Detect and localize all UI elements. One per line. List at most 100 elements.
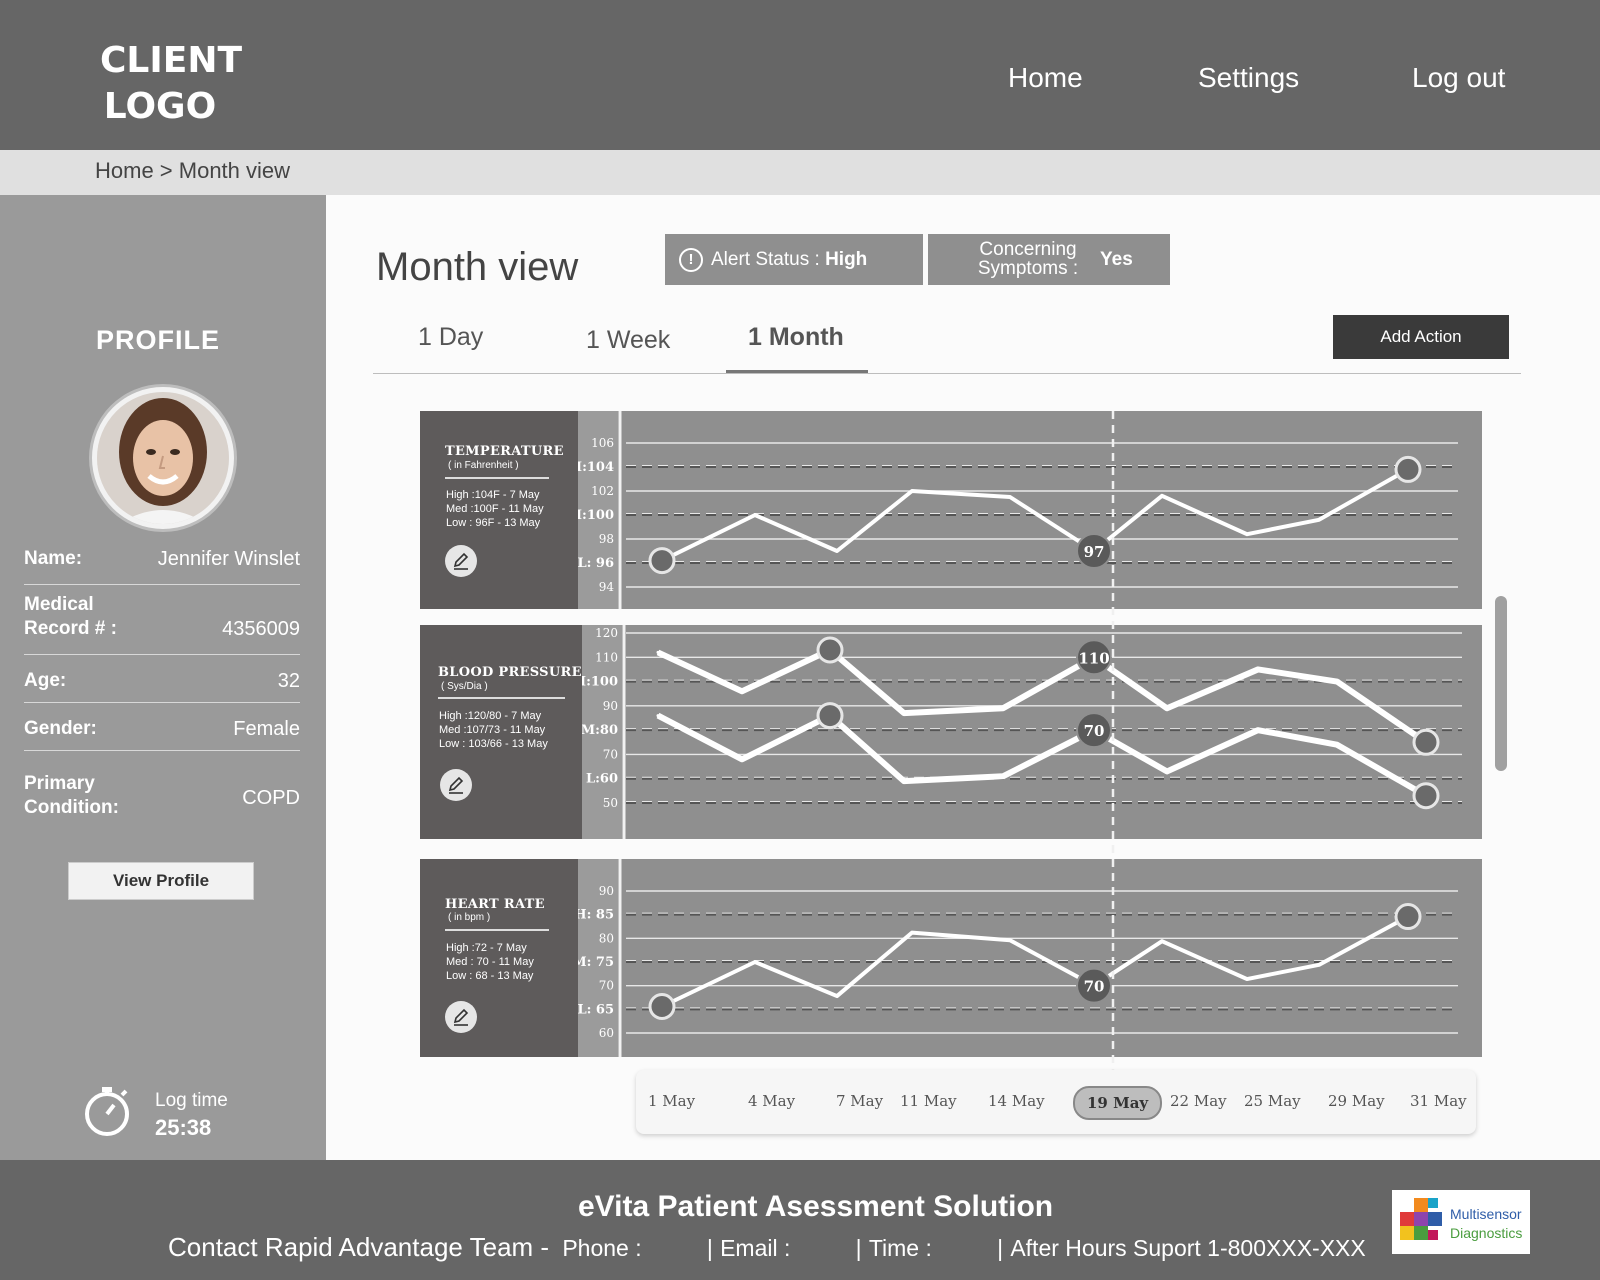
nav-home[interactable]: Home: [1008, 62, 1083, 94]
tabs-divider: [373, 373, 1521, 374]
data-point-endpoint: [1394, 455, 1422, 483]
data-point: [1317, 963, 1321, 967]
heart-rate-edit-button[interactable]: [445, 1001, 477, 1033]
data-point: [1317, 518, 1321, 522]
y-tick-label: 102: [591, 484, 614, 498]
y-tick-label: L:60: [586, 772, 618, 787]
y-tick-label: 90: [603, 699, 618, 713]
blood-pressure-stat-high: High :120/80 - 7 May: [439, 710, 542, 722]
highlight-value-label: 70: [1084, 722, 1105, 740]
age-label: Age:: [24, 670, 67, 691]
partner-logo: Multisensor Diagnostics: [1392, 1190, 1530, 1254]
date-4-may[interactable]: 4 May: [748, 1092, 795, 1110]
data-point: [902, 711, 906, 715]
date-22-may[interactable]: 22 May: [1170, 1092, 1227, 1110]
pencil-icon: [453, 1008, 469, 1026]
data-point: [1165, 706, 1169, 710]
nav-settings[interactable]: Settings: [1198, 62, 1299, 94]
date-11-may[interactable]: 11 May: [900, 1092, 957, 1110]
view-profile-button[interactable]: View Profile: [68, 862, 254, 900]
pencil-icon: [453, 552, 469, 570]
primary-condition-label: Primary Condition:: [24, 773, 119, 818]
alert-status-value: High: [825, 249, 868, 270]
date-19-may-selected[interactable]: 19 May: [1073, 1086, 1163, 1120]
y-tick-label: 98: [599, 532, 614, 546]
blood-pressure-unit: ( Sys/Dia ): [441, 681, 488, 692]
date-25-may[interactable]: 25 May: [1244, 1092, 1301, 1110]
footer: eVita Patient Asessment Solution Contact…: [0, 1160, 1600, 1280]
tab-1-day[interactable]: 1 Day: [418, 323, 483, 352]
tab-1-month[interactable]: 1 Month: [748, 323, 844, 352]
date-29-may[interactable]: 29 May: [1328, 1092, 1385, 1110]
highlight-value-label: 70: [1084, 978, 1105, 996]
y-tick-label: H:100: [582, 675, 618, 690]
data-point: [1256, 728, 1260, 732]
footer-title: eVita Patient Asessment Solution: [578, 1190, 1054, 1223]
age-value: 32: [277, 670, 300, 692]
nav-logout[interactable]: Log out: [1412, 62, 1505, 94]
date-1-may[interactable]: 1 May: [648, 1092, 695, 1110]
avatar: [92, 387, 234, 529]
temperature-edit-button[interactable]: [445, 545, 477, 577]
add-action-button[interactable]: Add Action: [1333, 315, 1509, 359]
data-point-endpoint: [1394, 903, 1422, 931]
profile-name-row: Name: Jennifer Winslet: [24, 545, 300, 585]
data-point: [656, 650, 660, 654]
data-point: [1256, 667, 1260, 671]
heart-rate-unit: ( in bpm ): [448, 912, 491, 923]
y-tick-label: L: 65: [578, 1002, 614, 1017]
data-point-endpoint: [816, 702, 844, 730]
name-label: Name:: [24, 548, 83, 569]
date-7-may[interactable]: 7 May: [836, 1092, 883, 1110]
client-logo[interactable]: CLIENT LOGO: [100, 38, 242, 130]
y-tick-label: 50: [603, 796, 618, 810]
chart-background: [578, 859, 1482, 1057]
separator: |: [997, 1235, 1004, 1261]
data-point: [1335, 743, 1339, 747]
breadcrumb[interactable]: Home > Month view: [95, 158, 290, 184]
heart-rate-stat-med: Med : 70 - 11 May: [446, 956, 534, 968]
data-point: [835, 994, 839, 998]
data-point: [1008, 938, 1012, 942]
blood-pressure-chart: 120 110 H:100 90 M:80 70 L:60 50 110 70: [582, 625, 1482, 839]
y-tick-label: M:100: [578, 508, 614, 523]
blood-pressure-edit-button[interactable]: [440, 769, 472, 801]
y-tick-label: 70: [603, 747, 618, 761]
y-tick-label: 80: [599, 931, 614, 945]
vertical-scrollbar[interactable]: [1495, 596, 1507, 771]
page-title: Month view: [376, 245, 579, 289]
heart-rate-title: HEART RATE: [445, 897, 545, 912]
temperature-divider: [445, 477, 549, 479]
alert-status-badge: ! Alert Status : High: [665, 234, 923, 285]
pencil-icon: [448, 776, 464, 794]
avatar-photo: [97, 392, 229, 524]
active-tab-indicator: [726, 370, 868, 373]
data-point: [1160, 494, 1164, 498]
data-point: [1245, 532, 1249, 536]
contact-time: Time :: [868, 1235, 932, 1261]
temperature-chart: 106 H:104 102 M:100 98 L: 96 94 97: [578, 411, 1482, 609]
y-tick-label: H:104: [578, 460, 614, 475]
medical-record-value: 4356009: [222, 618, 300, 640]
data-point: [753, 960, 757, 964]
date-14-may[interactable]: 14 May: [988, 1092, 1045, 1110]
partner-line-2: Diagnostics: [1450, 1225, 1523, 1241]
y-tick-label: 70: [599, 979, 614, 993]
heart-rate-divider: [445, 929, 549, 931]
y-tick-label: M:80: [582, 723, 618, 738]
temperature-label-panel: TEMPERATURE ( in Fahrenheit ) High :104F…: [420, 411, 578, 609]
data-point: [656, 714, 660, 718]
date-31-may[interactable]: 31 May: [1410, 1092, 1467, 1110]
data-point: [1160, 939, 1164, 943]
partner-name: Multisensor Diagnostics: [1450, 1205, 1522, 1243]
concerning-symptoms-value: Yes: [1100, 249, 1133, 270]
tab-1-week[interactable]: 1 Week: [586, 326, 670, 355]
blood-pressure-divider: [438, 697, 565, 699]
contact-email: Email :: [720, 1235, 791, 1261]
gender-label: Gender:: [24, 718, 97, 739]
data-point: [910, 489, 914, 493]
data-point: [1335, 680, 1339, 684]
y-tick-label: 60: [599, 1026, 614, 1040]
separator: |: [855, 1235, 862, 1261]
top-header: CLIENT LOGO Home Settings Log out: [0, 0, 1600, 150]
